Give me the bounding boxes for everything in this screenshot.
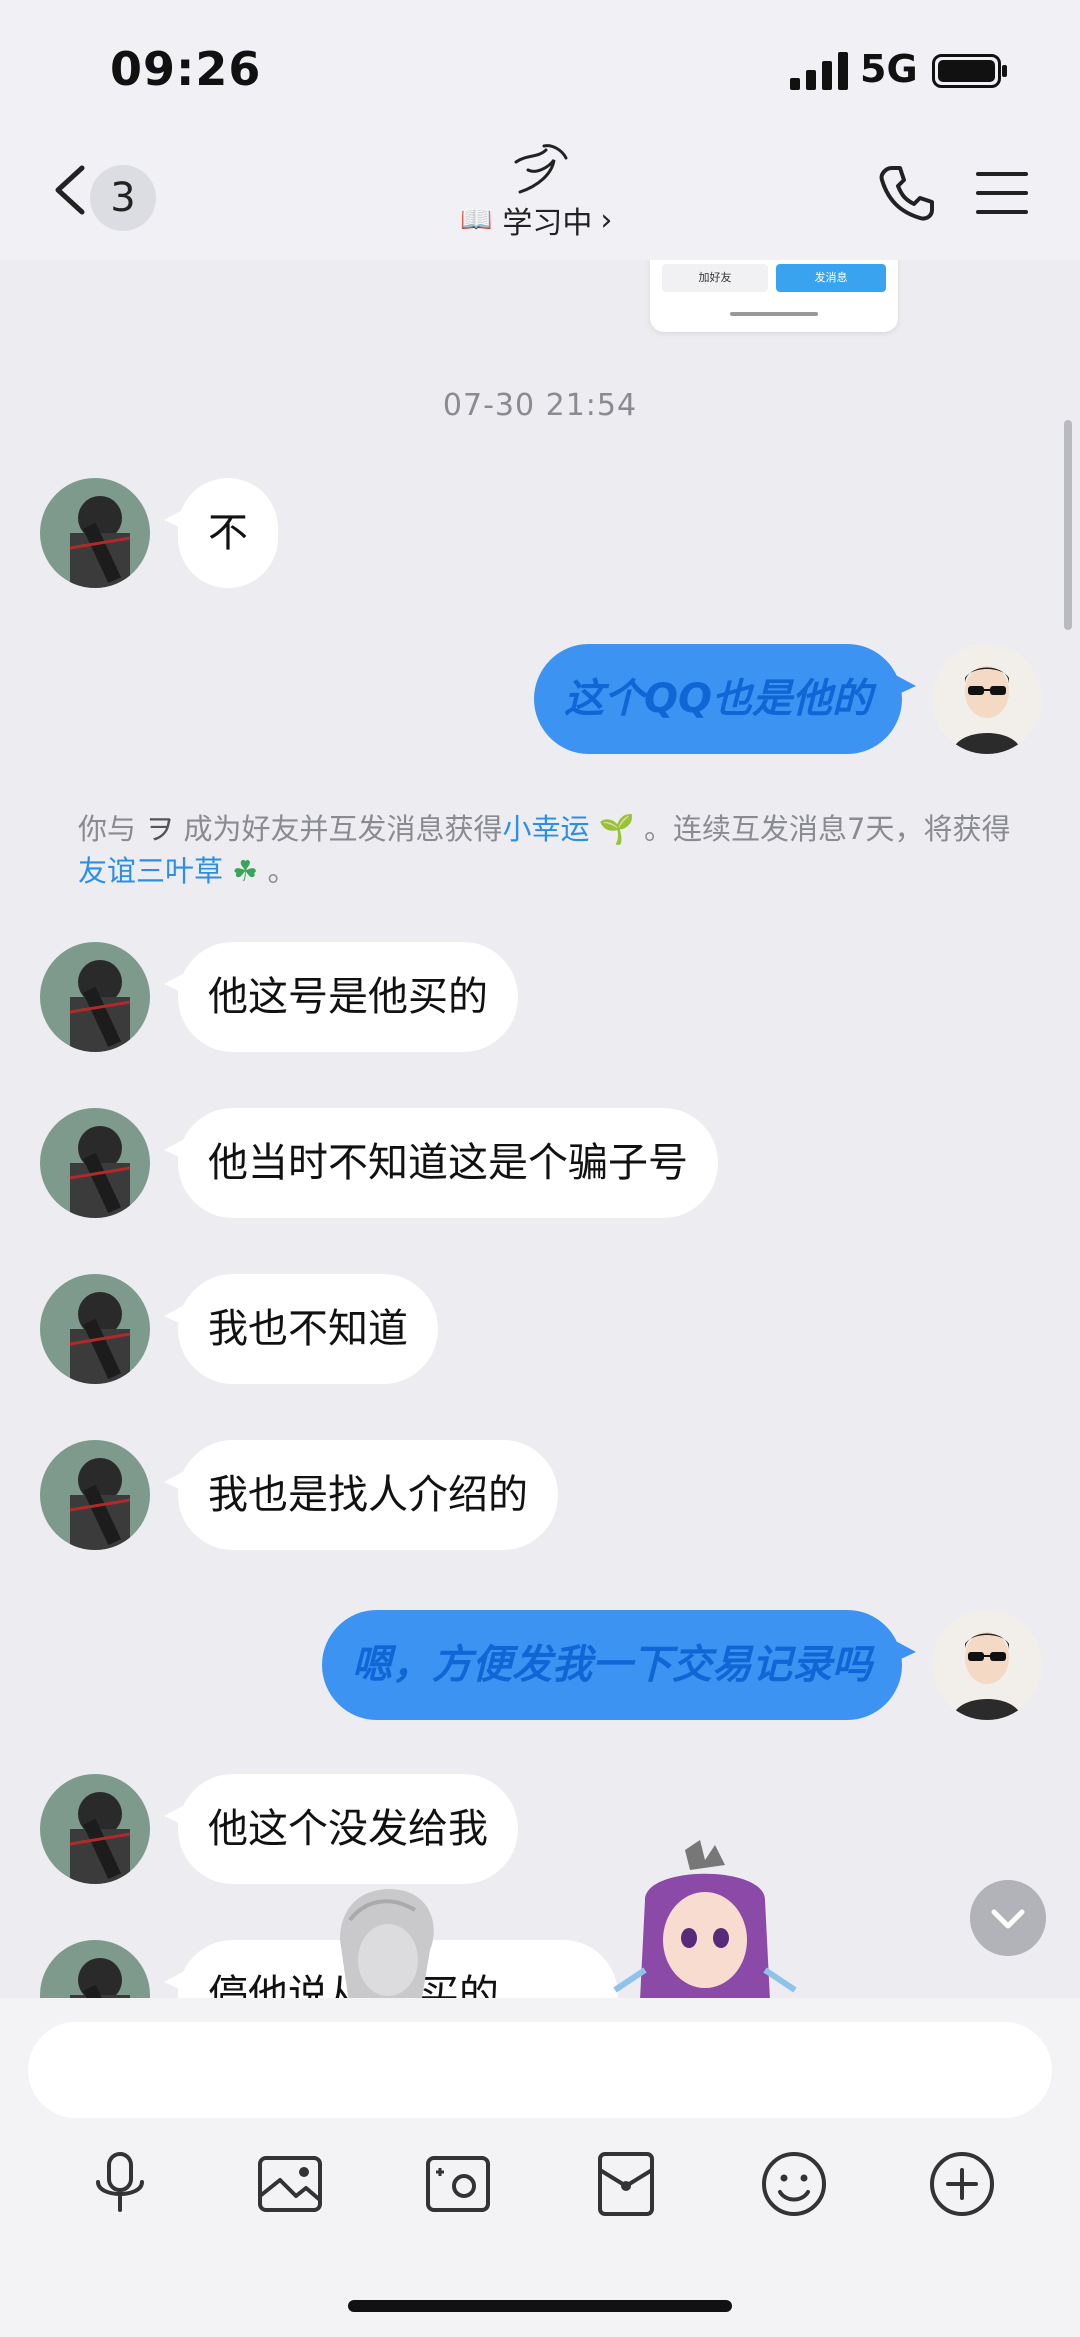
contact-avatar[interactable]: [40, 1108, 150, 1218]
status-bar: 09:26 5G: [0, 0, 1080, 140]
contact-nickname-icon: ヲ: [145, 812, 175, 846]
red-packet-icon[interactable]: [588, 2146, 664, 2222]
signal-icon: [790, 52, 848, 90]
contact-nickname-icon[interactable]: [508, 140, 570, 196]
home-indicator[interactable]: [348, 2300, 732, 2312]
incoming-message-bubble[interactable]: 他这个没发给我: [164, 1774, 518, 1884]
incoming-message-bubble[interactable]: 他这号是他买的: [164, 942, 518, 1052]
outgoing-message-bubble[interactable]: 嗯，方便发我一下交易记录吗: [322, 1610, 916, 1720]
contact-avatar[interactable]: [40, 1774, 150, 1884]
message-list[interactable]: 加好友 发消息 07-30 21:54 不 这个QQ也是他的 你与 ヲ 成为好友…: [0, 260, 1080, 1998]
sprout-icon: 🌱: [598, 812, 635, 846]
anime-girl-sticker: [613, 1840, 797, 1998]
avatar-pendant-decoration: [340, 1889, 434, 1998]
camera-icon[interactable]: [420, 2146, 496, 2222]
preview-home-bar: [730, 312, 818, 316]
bubble-tail: [164, 1968, 190, 1994]
incoming-message-bubble[interactable]: 我也不知道: [164, 1274, 438, 1384]
bubble-tail: [164, 1302, 190, 1328]
contact-avatar[interactable]: [40, 1940, 150, 1998]
bubble-tail: [890, 1638, 916, 1664]
my-avatar[interactable]: [932, 1610, 1042, 1720]
contact-avatar[interactable]: [40, 478, 150, 588]
message-timestamp: 07-30 21:54: [442, 388, 638, 423]
back-icon[interactable]: [48, 160, 94, 220]
network-type: 5G: [860, 47, 918, 91]
bubble-tail: [164, 1802, 190, 1828]
status-time: 09:26: [110, 42, 262, 96]
incoming-message-bubble[interactable]: 不: [164, 478, 278, 588]
clover-link[interactable]: 友谊三叶草: [78, 854, 223, 888]
status-text: 学习中: [502, 206, 593, 241]
image-icon[interactable]: [252, 2146, 328, 2222]
unread-count-badge[interactable]: 3: [90, 165, 156, 231]
bubble-tail: [164, 1136, 190, 1162]
preview-send-message-button: 发消息: [776, 264, 886, 292]
clover-icon: ☘: [232, 854, 259, 888]
shared-screenshot-preview[interactable]: 加好友 发消息: [650, 260, 898, 332]
message-text: 我也是找人介绍的: [208, 1472, 528, 1518]
book-icon: 📖: [460, 205, 493, 235]
phone-call-icon[interactable]: [878, 164, 936, 222]
system-notice: 你与 ヲ 成为好友并互发消息获得小幸运 🌱 。连续互发消息7天，将获得友谊三叶草…: [78, 812, 1011, 888]
outgoing-message-bubble[interactable]: 这个QQ也是他的: [533, 644, 916, 754]
bubble-tail: [890, 672, 916, 698]
lucky-link[interactable]: 小幸运: [502, 812, 589, 846]
emoji-icon[interactable]: [756, 2146, 832, 2222]
message-text: 不: [208, 510, 248, 556]
plus-icon[interactable]: [924, 2146, 1000, 2222]
message-input[interactable]: [28, 2022, 1052, 2118]
message-text: 他这号是他买的: [208, 974, 488, 1020]
microphone-icon[interactable]: [82, 2146, 158, 2222]
contact-avatar[interactable]: [40, 1440, 150, 1550]
bubble-tail: [164, 506, 190, 532]
message-text: 我也不知道: [208, 1306, 408, 1352]
bubble-tail: [164, 1468, 190, 1494]
bubble-tail: [164, 970, 190, 996]
scroll-to-bottom-button[interactable]: [970, 1880, 1046, 1956]
contact-status[interactable]: 📖 学习中 ›: [460, 200, 613, 242]
incoming-message-bubble[interactable]: 我也是找人介绍的: [164, 1440, 558, 1550]
message-text: 嗯，方便发我一下交易记录吗: [352, 1642, 872, 1688]
chat-header: 3 📖 学习中 ›: [0, 140, 1080, 260]
preview-add-friend-button: 加好友: [662, 264, 768, 292]
chevron-right-icon: ›: [600, 202, 613, 238]
contact-avatar[interactable]: [40, 1274, 150, 1384]
input-area: [0, 1998, 1080, 2337]
scrollbar[interactable]: [1064, 420, 1072, 630]
menu-icon[interactable]: [976, 170, 1028, 216]
my-avatar[interactable]: [932, 644, 1042, 754]
message-text: 这个QQ也是他的: [563, 676, 872, 722]
message-text: 他这个没发给我: [208, 1806, 488, 1852]
incoming-message-bubble[interactable]: 他当时不知道这是个骗子号: [164, 1108, 718, 1218]
contact-avatar[interactable]: [40, 942, 150, 1052]
message-text: 他当时不知道这是个骗子号: [208, 1140, 688, 1186]
battery-icon: [932, 54, 1007, 88]
